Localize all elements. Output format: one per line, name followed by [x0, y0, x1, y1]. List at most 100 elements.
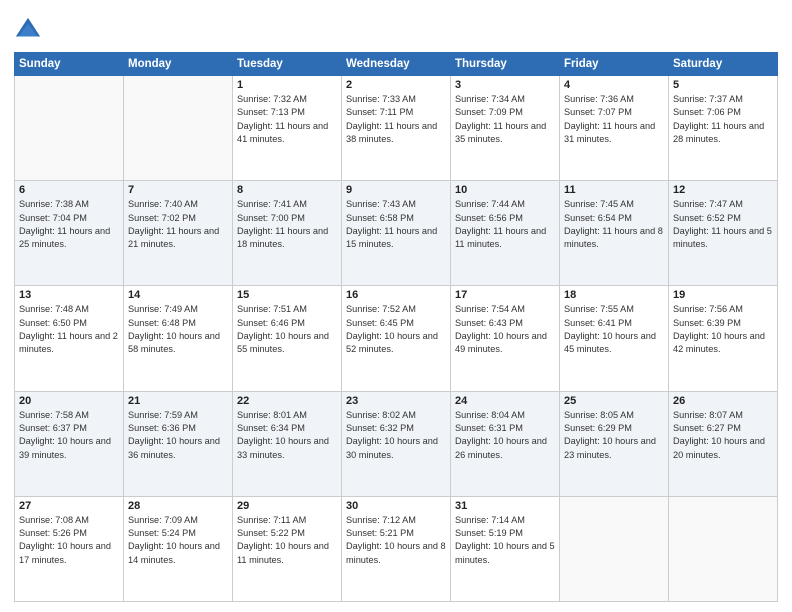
day-detail: Sunrise: 7:12 AMSunset: 5:21 PMDaylight:… — [346, 514, 446, 567]
calendar-cell: 12 Sunrise: 7:47 AMSunset: 6:52 PMDayligh… — [669, 181, 778, 286]
day-number: 9 — [346, 184, 446, 196]
calendar-week-row: 20 Sunrise: 7:58 AMSunset: 6:37 PMDayligh… — [15, 391, 778, 496]
day-detail: Sunrise: 7:32 AMSunset: 7:13 PMDaylight:… — [237, 93, 337, 146]
calendar-cell — [124, 76, 233, 181]
calendar-cell: 11 Sunrise: 7:45 AMSunset: 6:54 PMDayligh… — [560, 181, 669, 286]
day-number: 15 — [237, 289, 337, 301]
calendar-cell: 6Sunrise: 7:38 AMSunset: 7:04 PMDaylight… — [15, 181, 124, 286]
day-detail: Sunrise: 8:02 AMSunset: 6:32 PMDaylight:… — [346, 409, 446, 462]
calendar-cell: 2 Sunrise: 7:33 AMSunset: 7:11 PMDaylight… — [342, 76, 451, 181]
day-number: 17 — [455, 289, 555, 301]
calendar-cell — [560, 496, 669, 601]
day-number: 16 — [346, 289, 446, 301]
day-number: 27 — [19, 500, 119, 512]
logo-icon — [14, 16, 42, 44]
day-detail: Sunrise: 8:04 AMSunset: 6:31 PMDaylight:… — [455, 409, 555, 462]
day-detail: Sunrise: 7:36 AMSunset: 7:07 PMDaylight:… — [564, 93, 664, 146]
calendar-cell — [669, 496, 778, 601]
weekday-header: Monday — [124, 53, 233, 76]
day-detail: Sunrise: 7:51 AMSunset: 6:46 PMDaylight:… — [237, 303, 337, 356]
day-number: 29 — [237, 500, 337, 512]
day-detail: Sunrise: 7:34 AMSunset: 7:09 PMDaylight:… — [455, 93, 555, 146]
day-detail: Sunrise: 7:14 AMSunset: 5:19 PMDaylight:… — [455, 514, 555, 567]
day-number: 20 — [19, 395, 119, 407]
day-number: 31 — [455, 500, 555, 512]
calendar-cell: 3 Sunrise: 7:34 AMSunset: 7:09 PMDaylight… — [451, 76, 560, 181]
calendar-cell: 5 Sunrise: 7:37 AMSunset: 7:06 PMDaylight… — [669, 76, 778, 181]
day-number: 4 — [564, 79, 664, 91]
day-detail: Sunrise: 7:58 AMSunset: 6:37 PMDaylight:… — [19, 409, 119, 462]
calendar-week-row: 13 Sunrise: 7:48 AMSunset: 6:50 PMDayligh… — [15, 286, 778, 391]
calendar-week-row: 6Sunrise: 7:38 AMSunset: 7:04 PMDaylight… — [15, 181, 778, 286]
page: SundayMondayTuesdayWednesdayThursdayFrid… — [0, 0, 792, 612]
day-number: 26 — [673, 395, 773, 407]
day-number: 13 — [19, 289, 119, 301]
calendar-cell: 27 Sunrise: 7:08 AMSunset: 5:26 PMDayligh… — [15, 496, 124, 601]
calendar-header-row: SundayMondayTuesdayWednesdayThursdayFrid… — [15, 53, 778, 76]
weekday-header: Friday — [560, 53, 669, 76]
weekday-header: Saturday — [669, 53, 778, 76]
calendar-cell: 31 Sunrise: 7:14 AMSunset: 5:19 PMDayligh… — [451, 496, 560, 601]
calendar-cell: 19 Sunrise: 7:56 AMSunset: 6:39 PMDayligh… — [669, 286, 778, 391]
day-number: 11 — [564, 184, 664, 196]
calendar-cell: 7 Sunrise: 7:40 AMSunset: 7:02 PMDaylight… — [124, 181, 233, 286]
day-detail: Sunrise: 7:09 AMSunset: 5:24 PMDaylight:… — [128, 514, 228, 567]
calendar-cell: 23Sunrise: 8:02 AMSunset: 6:32 PMDayligh… — [342, 391, 451, 496]
calendar-week-row: 27 Sunrise: 7:08 AMSunset: 5:26 PMDayligh… — [15, 496, 778, 601]
day-number: 19 — [673, 289, 773, 301]
calendar-cell: 18Sunrise: 7:55 AMSunset: 6:41 PMDayligh… — [560, 286, 669, 391]
day-detail: Sunrise: 8:05 AMSunset: 6:29 PMDaylight:… — [564, 409, 664, 462]
day-detail: Sunrise: 7:54 AMSunset: 6:43 PMDaylight:… — [455, 303, 555, 356]
day-number: 22 — [237, 395, 337, 407]
day-number: 8 — [237, 184, 337, 196]
day-number: 21 — [128, 395, 228, 407]
calendar-cell: 26Sunrise: 8:07 AMSunset: 6:27 PMDayligh… — [669, 391, 778, 496]
calendar-cell: 13 Sunrise: 7:48 AMSunset: 6:50 PMDayligh… — [15, 286, 124, 391]
day-detail: Sunrise: 7:45 AMSunset: 6:54 PMDaylight:… — [564, 198, 664, 251]
day-number: 30 — [346, 500, 446, 512]
weekday-header: Tuesday — [233, 53, 342, 76]
day-number: 6 — [19, 184, 119, 196]
calendar-cell: 28 Sunrise: 7:09 AMSunset: 5:24 PMDayligh… — [124, 496, 233, 601]
day-number: 5 — [673, 79, 773, 91]
calendar-cell — [15, 76, 124, 181]
day-detail: Sunrise: 7:59 AMSunset: 6:36 PMDaylight:… — [128, 409, 228, 462]
day-detail: Sunrise: 7:44 AMSunset: 6:56 PMDaylight:… — [455, 198, 555, 251]
header — [14, 10, 778, 44]
calendar-cell: 1 Sunrise: 7:32 AMSunset: 7:13 PMDaylight… — [233, 76, 342, 181]
day-number: 12 — [673, 184, 773, 196]
day-number: 2 — [346, 79, 446, 91]
day-number: 10 — [455, 184, 555, 196]
day-detail: Sunrise: 7:56 AMSunset: 6:39 PMDaylight:… — [673, 303, 773, 356]
day-detail: Sunrise: 7:48 AMSunset: 6:50 PMDaylight:… — [19, 303, 119, 356]
day-detail: Sunrise: 7:55 AMSunset: 6:41 PMDaylight:… — [564, 303, 664, 356]
day-detail: Sunrise: 7:47 AMSunset: 6:52 PMDaylight:… — [673, 198, 773, 251]
calendar-week-row: 1 Sunrise: 7:32 AMSunset: 7:13 PMDaylight… — [15, 76, 778, 181]
day-number: 1 — [237, 79, 337, 91]
calendar-cell: 15 Sunrise: 7:51 AMSunset: 6:46 PMDayligh… — [233, 286, 342, 391]
day-detail: Sunrise: 7:08 AMSunset: 5:26 PMDaylight:… — [19, 514, 119, 567]
calendar-cell: 21 Sunrise: 7:59 AMSunset: 6:36 PMDayligh… — [124, 391, 233, 496]
day-detail: Sunrise: 7:41 AMSunset: 7:00 PMDaylight:… — [237, 198, 337, 251]
weekday-header: Thursday — [451, 53, 560, 76]
day-detail: Sunrise: 7:43 AMSunset: 6:58 PMDaylight:… — [346, 198, 446, 251]
calendar-cell: 17 Sunrise: 7:54 AMSunset: 6:43 PMDayligh… — [451, 286, 560, 391]
day-detail: Sunrise: 7:37 AMSunset: 7:06 PMDaylight:… — [673, 93, 773, 146]
calendar-cell: 29Sunrise: 7:11 AMSunset: 5:22 PMDayligh… — [233, 496, 342, 601]
day-detail: Sunrise: 8:01 AMSunset: 6:34 PMDaylight:… — [237, 409, 337, 462]
day-number: 7 — [128, 184, 228, 196]
logo — [14, 14, 44, 44]
calendar-cell: 9 Sunrise: 7:43 AMSunset: 6:58 PMDaylight… — [342, 181, 451, 286]
calendar-cell: 25Sunrise: 8:05 AMSunset: 6:29 PMDayligh… — [560, 391, 669, 496]
day-detail: Sunrise: 7:52 AMSunset: 6:45 PMDaylight:… — [346, 303, 446, 356]
calendar-cell: 16 Sunrise: 7:52 AMSunset: 6:45 PMDayligh… — [342, 286, 451, 391]
day-number: 28 — [128, 500, 228, 512]
day-detail: Sunrise: 7:40 AMSunset: 7:02 PMDaylight:… — [128, 198, 228, 251]
day-detail: Sunrise: 7:49 AMSunset: 6:48 PMDaylight:… — [128, 303, 228, 356]
day-detail: Sunrise: 7:33 AMSunset: 7:11 PMDaylight:… — [346, 93, 446, 146]
day-number: 24 — [455, 395, 555, 407]
calendar-cell: 20 Sunrise: 7:58 AMSunset: 6:37 PMDayligh… — [15, 391, 124, 496]
calendar-cell: 24 Sunrise: 8:04 AMSunset: 6:31 PMDayligh… — [451, 391, 560, 496]
day-number: 3 — [455, 79, 555, 91]
weekday-header: Wednesday — [342, 53, 451, 76]
